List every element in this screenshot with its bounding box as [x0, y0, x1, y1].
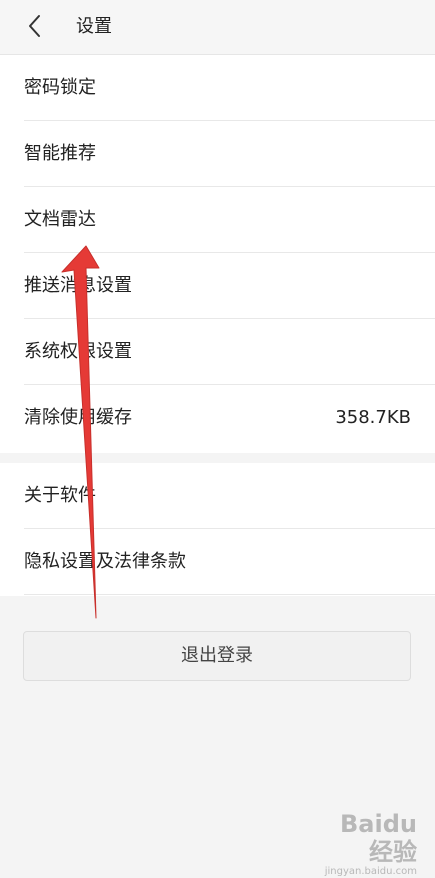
settings-item-label: 密码锁定: [24, 77, 96, 98]
settings-item-label: 清除使用缓存: [24, 407, 132, 428]
settings-item-label: 文档雷达: [24, 209, 96, 230]
settings-item-privacy-legal[interactable]: 隐私设置及法律条款: [0, 529, 435, 595]
back-button[interactable]: [22, 12, 50, 40]
settings-item-label: 关于软件: [24, 485, 96, 506]
settings-group-about: 关于软件 隐私设置及法律条款: [0, 463, 435, 596]
logout-label: 退出登录: [181, 645, 253, 666]
settings-item-label: 智能推荐: [24, 143, 96, 164]
settings-item-label: 推送消息设置: [24, 275, 132, 296]
logout-button[interactable]: 退出登录: [23, 631, 411, 681]
settings-item-clear-cache[interactable]: 清除使用缓存 358.7KB: [0, 385, 435, 451]
settings-item-label: 隐私设置及法律条款: [24, 551, 186, 572]
settings-item-permissions[interactable]: 系统权限设置: [0, 319, 435, 385]
settings-item-smart-recommend[interactable]: 智能推荐: [0, 121, 435, 187]
settings-item-doc-radar[interactable]: 文档雷达: [0, 187, 435, 253]
settings-group-main: 密码锁定 智能推荐 文档雷达 推送消息设置 系统权限设置 清除使用缓存 358.…: [0, 55, 435, 453]
cache-size-value: 358.7KB: [335, 407, 411, 428]
watermark-text: Baidu经验: [340, 810, 417, 866]
settings-item-about-software[interactable]: 关于软件: [0, 463, 435, 529]
chevron-left-icon: [29, 15, 40, 37]
baidu-watermark: Baidu经验 jingyan.baidu.com: [317, 810, 417, 877]
watermark-subtext: jingyan.baidu.com: [324, 866, 417, 877]
settings-item-password-lock[interactable]: 密码锁定: [0, 55, 435, 121]
divider: [24, 594, 435, 595]
top-bar: 设置: [0, 0, 435, 55]
settings-item-push-settings[interactable]: 推送消息设置: [0, 253, 435, 319]
settings-item-label: 系统权限设置: [24, 341, 132, 362]
page-title: 设置: [76, 16, 112, 37]
